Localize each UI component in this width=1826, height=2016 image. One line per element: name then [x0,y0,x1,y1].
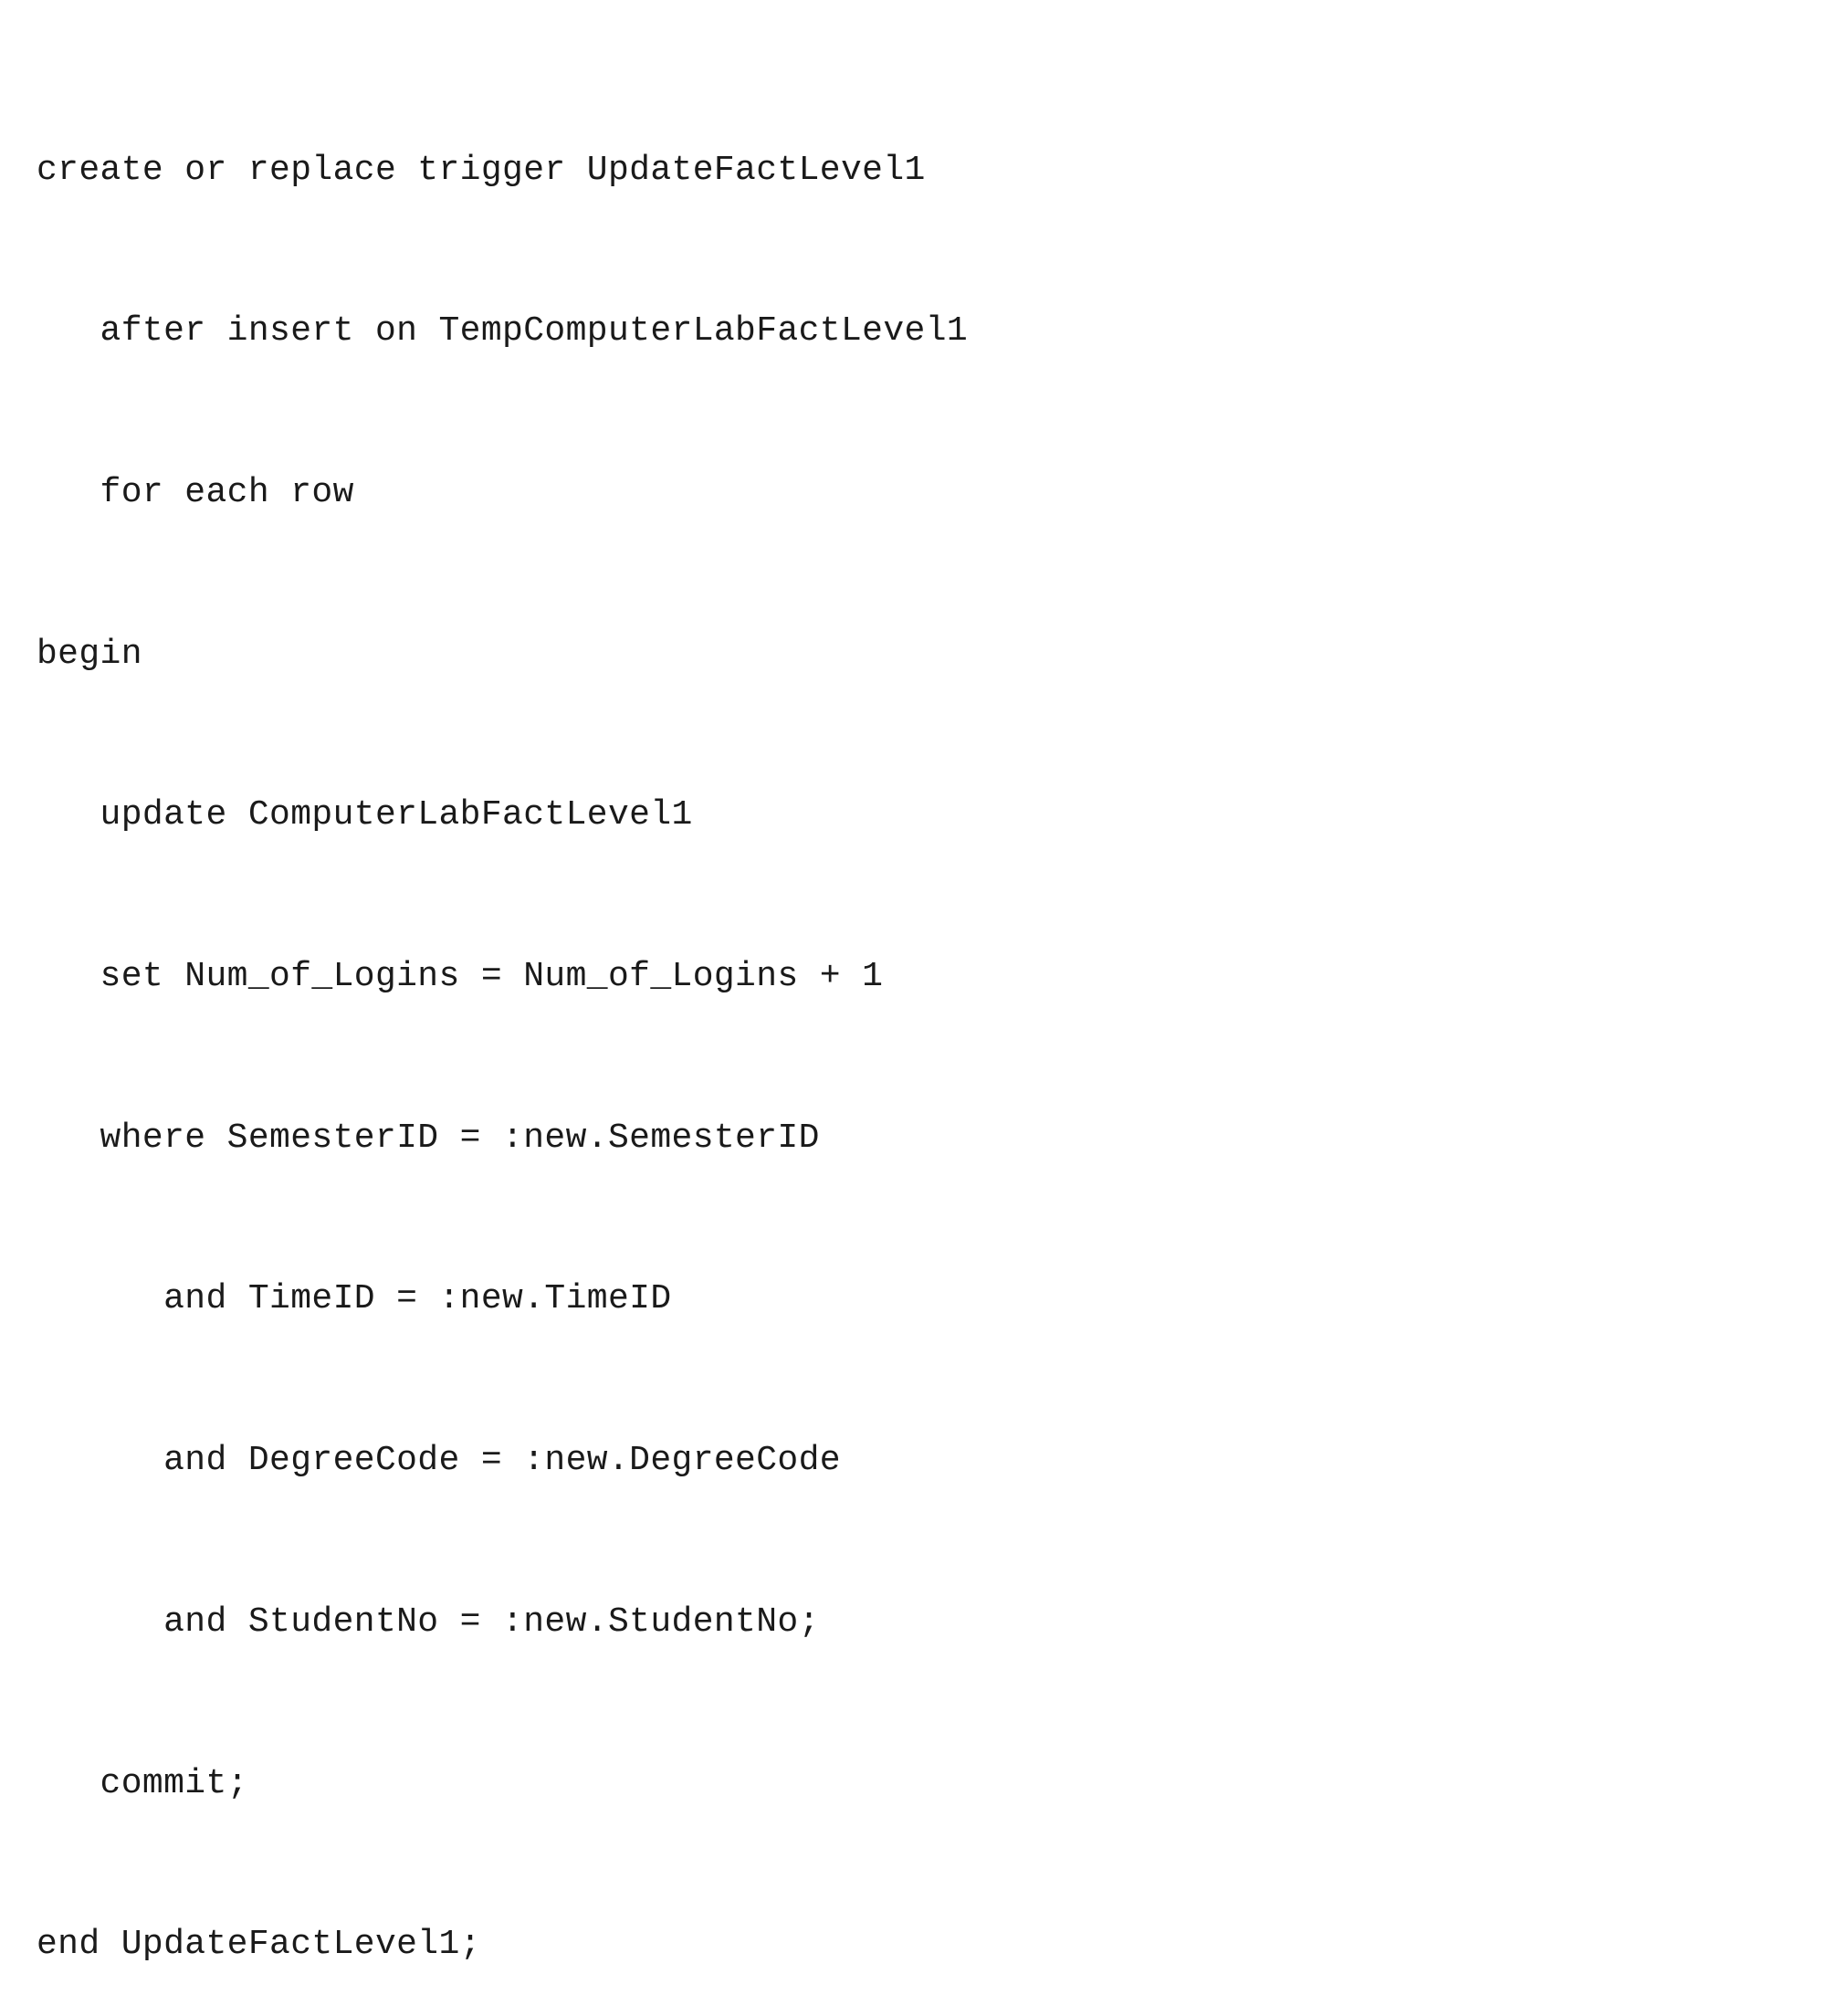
code-line-1: create or replace trigger UpdateFactLeve… [37,144,968,198]
code-line-12: end UpdateFactLevel1; [37,1918,968,1972]
code-line-10: and StudentNo = :new.StudentNo; [37,1596,968,1650]
code-line-9: and DegreeCode = :new.DegreeCode [37,1434,968,1488]
code-line-3: for each row [37,467,968,520]
code-line-8: and TimeID = :new.TimeID [37,1273,968,1327]
code-line-5: update ComputerLabFactLevel1 [37,789,968,843]
code-line-2: after insert on TempComputerLabFactLevel… [37,305,968,359]
sql-code-block: create or replace trigger UpdateFactLeve… [37,37,968,2016]
code-line-7: where SemesterID = :new.SemesterID [37,1112,968,1166]
code-line-6: set Num_of_Logins = Num_of_Logins + 1 [37,950,968,1004]
code-line-4: begin [37,628,968,682]
code-line-11: commit; [37,1758,968,1811]
